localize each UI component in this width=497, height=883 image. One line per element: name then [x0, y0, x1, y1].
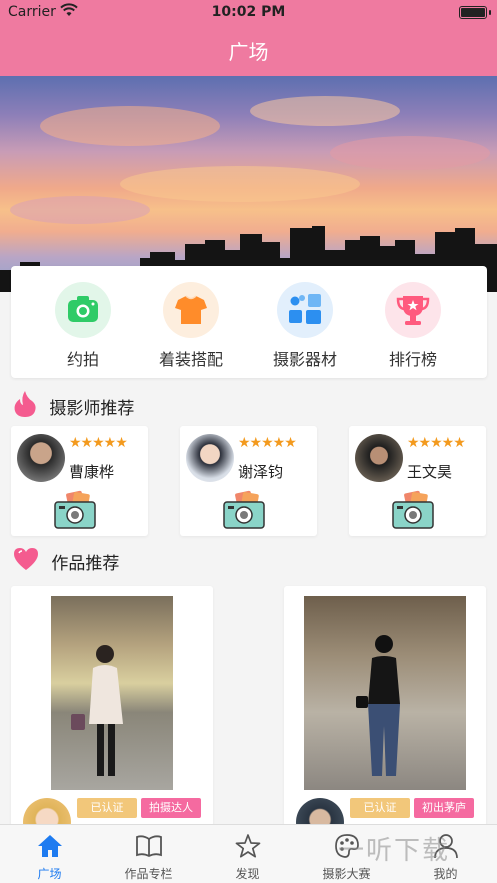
- work-card[interactable]: 已认证 拍摄达人: [11, 586, 213, 826]
- verified-tag: 已认证: [77, 798, 137, 818]
- rating-stars: ★★★★★: [407, 435, 466, 451]
- watermark: 一听下载: [338, 836, 451, 866]
- home-icon: [0, 831, 99, 861]
- rating-stars: ★★★★★: [69, 435, 128, 451]
- avatar: [355, 434, 403, 482]
- camera-icon: [55, 282, 111, 338]
- tab-label: 摄影大赛: [322, 867, 371, 881]
- level-tag: 初出茅庐: [414, 798, 474, 818]
- avatar: [186, 434, 234, 482]
- status-bar: Carrier 10:02 PM: [0, 0, 497, 28]
- battery-icon: [459, 6, 491, 19]
- banner-image[interactable]: [0, 76, 497, 292]
- avatar: [17, 434, 65, 482]
- flame-icon: [12, 390, 38, 423]
- avatar: [296, 798, 344, 826]
- work-photo: [304, 596, 466, 790]
- category-equipment[interactable]: 摄影器材: [255, 282, 355, 370]
- book-icon: [99, 831, 198, 861]
- photographer-name: 王文昊: [407, 463, 453, 481]
- section-header-photographers: 摄影师推荐: [12, 390, 134, 423]
- category-card: 约拍 着装搭配 摄影器材 排行榜: [11, 266, 487, 378]
- tab-label: 发现: [235, 867, 260, 881]
- tab-works-column[interactable]: 作品专栏: [99, 831, 198, 882]
- photographer-name: 曹康桦: [69, 463, 115, 481]
- category-label: 着装搭配: [158, 350, 223, 369]
- verified-tag: 已认证: [350, 798, 410, 818]
- category-outfit[interactable]: 着装搭配: [141, 282, 241, 370]
- work-card[interactable]: 已认证 初出茅庐: [284, 586, 486, 826]
- photo-camera-icon: [222, 490, 266, 534]
- heart-icon: [12, 546, 40, 577]
- avatar: [23, 798, 71, 826]
- category-label: 排行榜: [388, 350, 437, 369]
- tab-label: 我的: [433, 867, 458, 881]
- rating-stars: ★★★★★: [238, 435, 297, 451]
- work-photo: [51, 596, 173, 790]
- tshirt-icon: [163, 282, 219, 338]
- page-title: 广场: [228, 40, 269, 64]
- photographer-card[interactable]: ★★★★★ 曹康桦: [11, 426, 148, 536]
- top-bar: Carrier 10:02 PM 广场: [0, 0, 497, 76]
- equipment-grid-icon: [277, 282, 333, 338]
- star-icon: [198, 831, 297, 861]
- tab-label: 作品专栏: [124, 867, 173, 881]
- photo-camera-icon: [391, 490, 435, 534]
- section-title: 作品推荐: [51, 554, 120, 574]
- category-label: 约拍: [66, 350, 99, 369]
- category-yuepai[interactable]: 约拍: [33, 282, 133, 370]
- tab-square[interactable]: 广场: [0, 831, 99, 882]
- tab-discover[interactable]: 发现: [198, 831, 297, 882]
- section-title: 摄影师推荐: [49, 399, 135, 419]
- status-time: 10:02 PM: [211, 4, 286, 20]
- photographer-card[interactable]: ★★★★★ 谢泽钧: [180, 426, 317, 536]
- tab-label: 广场: [37, 867, 62, 881]
- section-header-works: 作品推荐: [12, 546, 119, 577]
- photo-camera-icon: [53, 490, 97, 534]
- photographer-card[interactable]: ★★★★★ 王文昊: [349, 426, 486, 536]
- trophy-icon: [385, 282, 441, 338]
- category-label: 摄影器材: [272, 350, 337, 369]
- photographer-name: 谢泽钧: [238, 463, 284, 481]
- category-ranking[interactable]: 排行榜: [363, 282, 463, 370]
- level-tag: 拍摄达人: [141, 798, 201, 818]
